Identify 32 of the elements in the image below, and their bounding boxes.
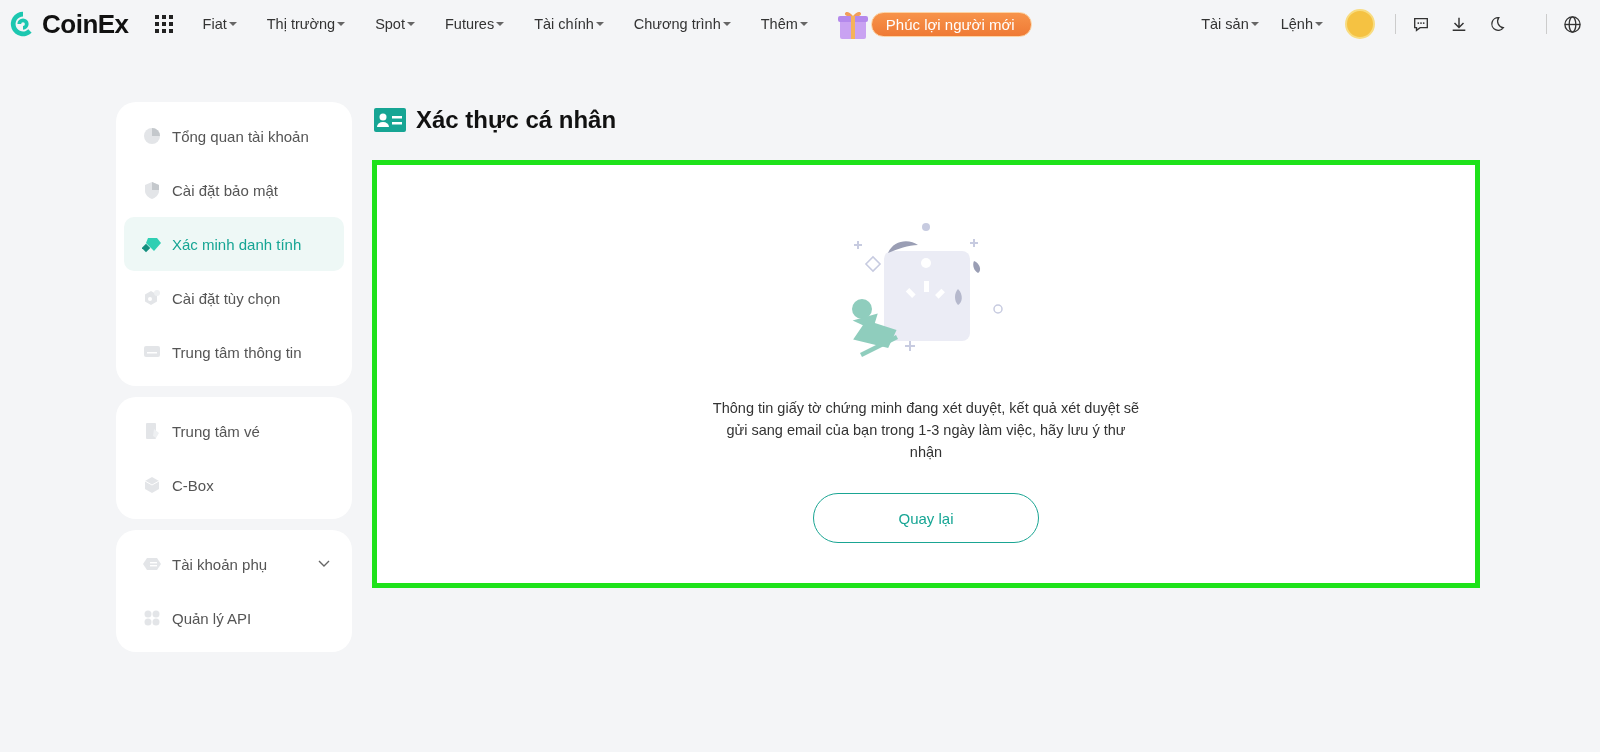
menu-item-icon [142,608,162,628]
sidebar-item[interactable]: C-Box [124,458,344,512]
menu-item-icon [142,288,162,308]
nav-menu-item[interactable]: Thêm [760,16,808,32]
sidebar-item[interactable]: Trung tâm thông tin [124,325,344,379]
id-card-icon [374,108,406,132]
globe-icon[interactable] [1563,14,1582,34]
menu-item-icon [142,475,162,495]
chevron-down-icon [318,560,330,568]
nav-menu-item[interactable]: Lệnh [1280,16,1323,32]
nav-menu-item[interactable]: Thị trường [266,16,346,32]
menu-item-icon [142,180,162,200]
sidebar-item[interactable]: Cài đặt bảo mật [124,163,344,217]
logo-text[interactable]: CoinEx [42,8,129,40]
review-message: Thông tin giấy tờ chứng minh đang xét duyệt, kết quả xét duyệt sẽ gửi sang email của bạn trong 1-3 ngày làm việc, hãy lưu ý thư nhận [711,399,1141,462]
nav-menu-item[interactable]: Spot [375,16,415,32]
moon-icon[interactable] [1488,15,1506,33]
nav-menu-item[interactable]: Futures [444,16,505,32]
nav-menu-item[interactable]: Tài chính [534,16,604,32]
sidebar-item[interactable]: Tổng quan tài khoản [124,109,344,163]
page-title: Xác thực cá nhân [416,106,617,134]
sidebar-item[interactable]: Tài khoản phụ [124,537,344,591]
sidebar-item[interactable]: Cài đặt tùy chọn [124,271,344,325]
sidebar-item[interactable]: Quản lý API [124,591,344,645]
sidebar-item[interactable]: Trung tâm vé [124,404,344,458]
download-icon[interactable] [1450,15,1468,33]
menu-item-icon [142,126,162,146]
nav-menu-item[interactable]: Chương trình [633,16,731,32]
chat-icon[interactable] [1412,15,1430,33]
nav-menu-item[interactable]: Tài sản [1201,16,1259,32]
apps-grid-icon[interactable] [154,15,173,33]
nav-menu-item[interactable]: Fiat [202,16,237,32]
